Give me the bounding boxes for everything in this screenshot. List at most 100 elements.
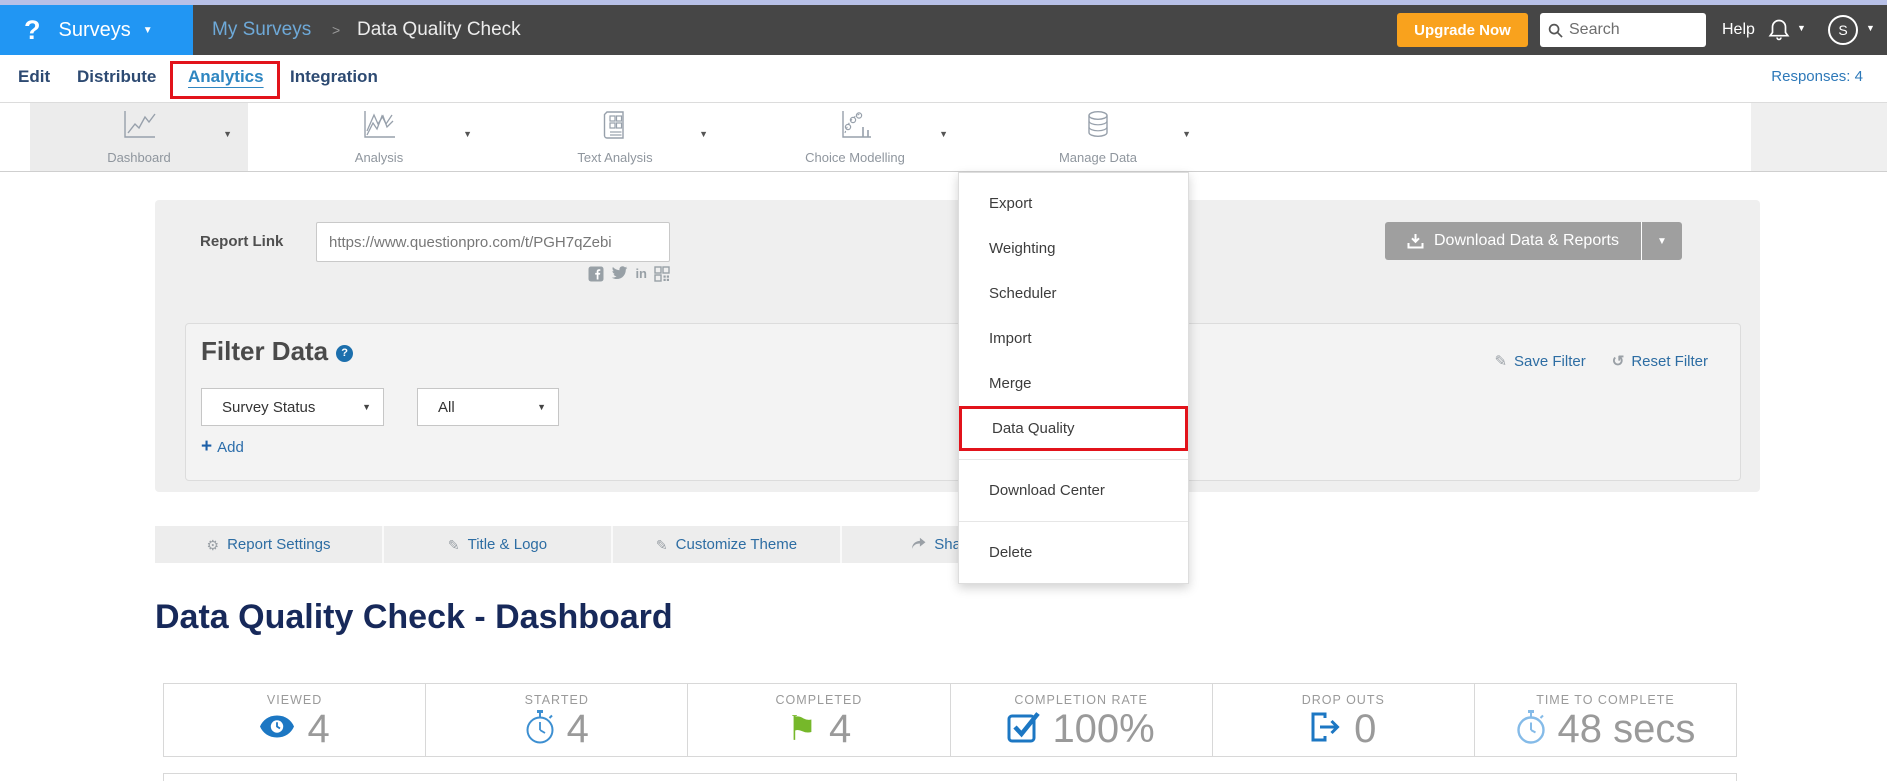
breadcrumb-current: Data Quality Check: [357, 5, 521, 55]
select-caret-icon: ▼: [537, 402, 546, 412]
toolbar-tab-label: Dashboard: [30, 150, 248, 165]
menu-item-download-center[interactable]: Download Center: [959, 468, 1188, 513]
toolbar-tab-label: Choice Modelling: [746, 150, 964, 165]
download-options-caret[interactable]: ▼: [1642, 222, 1682, 260]
stopwatch-icon: [1516, 709, 1546, 750]
stat-value: 100%: [1052, 707, 1154, 751]
product-switcher[interactable]: ? Surveys ▼: [0, 5, 193, 55]
chevron-down-icon: ▼: [143, 25, 153, 36]
menu-item-data-quality[interactable]: Data Quality: [959, 406, 1188, 451]
manage-data-dropdown-menu: Export Weighting Scheduler Import Merge …: [958, 172, 1189, 584]
toolbar-tab-dashboard[interactable]: ▼ Dashboard: [30, 103, 248, 171]
facebook-icon[interactable]: [588, 266, 604, 286]
download-icon: [1407, 233, 1424, 249]
qr-code-icon[interactable]: [654, 266, 670, 286]
stat-completed: COMPLETED ⚑ 4: [688, 684, 950, 756]
page-title: Data Quality Check - Dashboard: [155, 598, 673, 637]
search-input[interactable]: [1569, 21, 1689, 39]
tab-label: Report Settings: [227, 536, 330, 553]
toolbar-tab-text-analysis[interactable]: ▼ Text Analysis: [506, 103, 724, 171]
dashboard-menu-caret-icon[interactable]: ▼: [223, 129, 232, 139]
filter-actions: ✎ Save Filter ↺ Reset Filter: [1494, 352, 1708, 370]
nav-item-distribute[interactable]: Distribute: [77, 55, 156, 102]
menu-divider: [959, 459, 1188, 460]
stat-value: 48 secs: [1558, 707, 1696, 751]
questionpro-logo-icon: ?: [24, 17, 41, 44]
stat-completion-rate: COMPLETION RATE 100%: [951, 684, 1213, 756]
user-avatar[interactable]: S: [1828, 15, 1858, 45]
analysis-menu-caret-icon[interactable]: ▼: [463, 129, 472, 139]
stat-label: COMPLETION RATE: [1014, 693, 1148, 707]
reset-filter-button[interactable]: ↺ Reset Filter: [1612, 352, 1708, 370]
flag-icon: ⚑: [787, 712, 817, 746]
edit-pencil-icon: ✎: [448, 538, 460, 552]
save-filter-button[interactable]: ✎ Save Filter: [1494, 352, 1585, 370]
help-link[interactable]: Help: [1722, 5, 1755, 55]
tab-customize-theme[interactable]: ✎ Customize Theme: [613, 526, 842, 563]
manage-data-menu-caret-icon[interactable]: ▼: [1182, 129, 1191, 139]
bell-menu-caret-icon[interactable]: ▼: [1797, 23, 1806, 33]
global-search[interactable]: [1540, 13, 1706, 47]
menu-item-scheduler[interactable]: Scheduler: [959, 271, 1188, 316]
stat-label: TIME TO COMPLETE: [1536, 693, 1674, 707]
toolbar-tab-label: Analysis: [270, 150, 488, 165]
survey-stats-row: VIEWED 4 STARTED: [163, 683, 1737, 757]
stat-label: DROP OUTS: [1302, 693, 1385, 707]
report-link-input[interactable]: [316, 222, 670, 262]
tab-label: Customize Theme: [676, 536, 797, 553]
menu-item-delete[interactable]: Delete: [959, 530, 1188, 575]
select-caret-icon: ▼: [362, 402, 371, 412]
menu-item-merge[interactable]: Merge: [959, 361, 1188, 406]
tab-title-logo[interactable]: ✎ Title & Logo: [384, 526, 613, 563]
stat-started: STARTED 4: [426, 684, 688, 756]
stat-time-to-complete: TIME TO COMPLETE 48 secs: [1475, 684, 1736, 756]
notifications-bell-icon[interactable]: [1768, 18, 1790, 47]
filter-value-select[interactable]: All ▼: [417, 388, 559, 426]
undo-reset-icon: ↺: [1612, 352, 1625, 370]
gears-icon: ⚙: [207, 538, 220, 552]
filter-data-title-text: Filter Data: [201, 336, 328, 366]
download-data-reports-button[interactable]: Download Data & Reports: [1385, 222, 1641, 260]
menu-divider: [959, 521, 1188, 522]
account-menu-caret-icon[interactable]: ▼: [1866, 23, 1875, 33]
toolbar-tab-analysis[interactable]: ▼ Analysis: [270, 103, 488, 171]
toolbar-tab-manage-data[interactable]: ▼ Manage Data: [989, 103, 1207, 171]
add-filter-link[interactable]: + Add: [201, 436, 244, 458]
stat-value: 0: [1354, 707, 1376, 751]
nav-item-edit[interactable]: Edit: [18, 55, 50, 102]
product-name: Surveys: [59, 19, 131, 42]
edit-pencil-icon: ✎: [1494, 352, 1507, 370]
nav-item-integration[interactable]: Integration: [290, 55, 378, 102]
text-analysis-magazine-icon: [598, 109, 632, 141]
text-analysis-menu-caret-icon[interactable]: ▼: [699, 129, 708, 139]
linkedin-icon[interactable]: in: [635, 266, 647, 286]
annotation-red-box-analytics: [170, 61, 280, 99]
app-root: ? Surveys ▼ My Surveys > Data Quality Ch…: [0, 0, 1887, 781]
menu-item-weighting[interactable]: Weighting: [959, 226, 1188, 271]
toolbar-tab-choice-modelling[interactable]: ▼ Choice Modelling: [746, 103, 964, 171]
stopwatch-icon: [525, 709, 555, 750]
top-header: ? Surveys ▼ My Surveys > Data Quality Ch…: [0, 5, 1887, 55]
menu-item-import[interactable]: Import: [959, 316, 1188, 361]
choice-modelling-menu-caret-icon[interactable]: ▼: [939, 129, 948, 139]
manage-data-database-icon: [1081, 109, 1115, 141]
eye-icon: [259, 715, 295, 743]
menu-item-export[interactable]: Export: [959, 181, 1188, 226]
search-icon: [1548, 23, 1563, 38]
share-icons-row: in: [316, 266, 670, 286]
upgrade-now-button[interactable]: Upgrade Now: [1397, 13, 1528, 47]
breadcrumb-parent[interactable]: My Surveys: [212, 5, 311, 55]
responses-count: Responses: 4: [1771, 55, 1863, 102]
twitter-icon[interactable]: [611, 266, 628, 286]
help-question-icon[interactable]: ?: [336, 345, 353, 362]
tab-report-settings[interactable]: ⚙ Report Settings: [155, 526, 384, 563]
next-section-partial: [163, 773, 1737, 781]
filter-field-select[interactable]: Survey Status ▼: [201, 388, 384, 426]
toolbar-overflow-area: [1751, 103, 1887, 171]
drop-out-exit-icon: [1310, 711, 1342, 748]
stat-drop-outs: DROP OUTS 0: [1213, 684, 1475, 756]
survey-section-nav: Edit Distribute Analytics Integration Re…: [0, 55, 1887, 102]
dashboard-line-chart-icon: [120, 109, 158, 141]
stat-label: COMPLETED: [776, 693, 863, 707]
filter-value-value: All: [438, 399, 455, 416]
